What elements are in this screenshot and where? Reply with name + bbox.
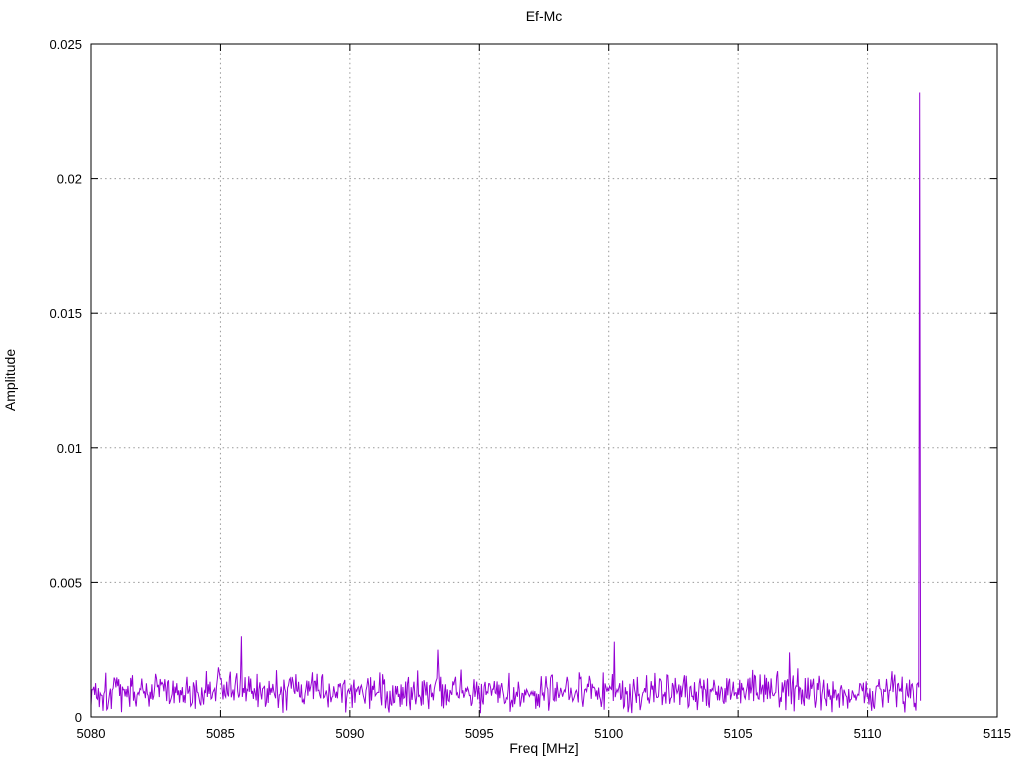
x-tick-label: 5095 (465, 726, 494, 741)
y-axis-label: Amplitude (2, 349, 18, 411)
spectrum-line (90, 92, 922, 714)
x-tick-label: 5080 (77, 726, 106, 741)
x-tick-label: 5110 (854, 726, 882, 741)
x-tick-label: 5100 (594, 726, 623, 741)
chart-svg: 5080 5085 5090 5095 5100 5105 5110 5115 0 0.005 0.… (2, 8, 1011, 756)
x-tick-label: 5105 (724, 726, 753, 741)
y-tick-label: 0.02 (57, 172, 82, 187)
x-axis-label: Freq [MHz] (509, 740, 578, 756)
x-tick-label: 5090 (335, 726, 364, 741)
gridlines (91, 44, 997, 717)
plot-border (90, 43, 998, 718)
chart-title: Ef-Mc (526, 8, 563, 24)
spectrum-chart: 5080 5085 5090 5095 5100 5105 5110 5115 0 0.005 0.… (0, 0, 1024, 768)
axis-ticks (90, 43, 998, 718)
x-tick-label: 5115 (983, 726, 1011, 741)
y-tick-label: 0.015 (49, 306, 82, 321)
x-tick-label: 5085 (206, 726, 235, 741)
y-tick-label: 0 (75, 710, 82, 725)
y-tick-label: 0.01 (57, 441, 82, 456)
tick-labels: 5080 5085 5090 5095 5100 5105 5110 5115 0 0.005 0.… (49, 37, 1011, 741)
y-tick-label: 0.005 (49, 575, 82, 590)
y-tick-label: 0.025 (49, 37, 82, 52)
